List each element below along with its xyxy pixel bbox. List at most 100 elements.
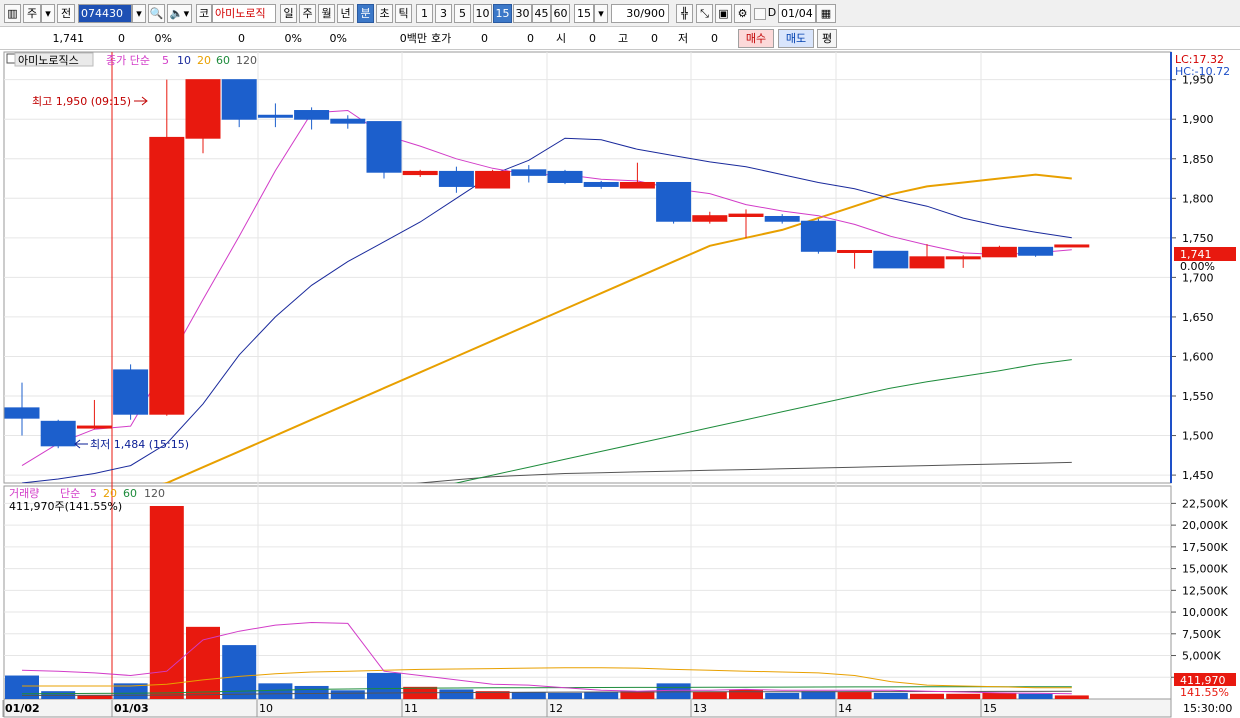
candle-body <box>800 220 836 252</box>
ma120-label: 120 <box>236 54 257 67</box>
period-minute[interactable]: 분 <box>357 4 374 23</box>
stock-code-input[interactable]: 074430 <box>78 4 132 23</box>
x-axis-label: 01/02 <box>5 702 40 715</box>
minute-45[interactable]: 45 <box>532 4 551 23</box>
price-tick-label: 1,800 <box>1182 192 1214 205</box>
minute-1[interactable]: 1 <box>416 4 433 23</box>
candle-body <box>113 369 149 415</box>
candle-body <box>438 170 474 187</box>
count-input[interactable]: 30/900 <box>611 4 669 23</box>
sell-button[interactable]: 매도 <box>778 29 814 48</box>
d-checkbox[interactable] <box>754 8 766 20</box>
candle-body <box>619 181 655 189</box>
candle-body <box>981 246 1017 258</box>
price-y-axis: 1,9501,9001,8501,8001,7501,7001,6501,600… <box>1171 74 1214 482</box>
price-tick-label: 1,700 <box>1182 271 1214 284</box>
period-year[interactable]: 년 <box>337 4 354 23</box>
stock-title: 아미노로직스 <box>18 54 79 67</box>
candle-body <box>1054 244 1090 248</box>
minute-5[interactable]: 5 <box>454 4 471 23</box>
minute-10[interactable]: 10 <box>473 4 492 23</box>
volume-bar <box>982 692 1017 699</box>
date-input[interactable]: 01/04 <box>778 4 816 23</box>
interval-input[interactable]: 15 <box>574 4 594 23</box>
market-dropdown-icon[interactable]: ▾ <box>41 4 55 23</box>
ko-button[interactable]: 코 <box>196 4 212 23</box>
volume-ma-label: 단순 <box>60 487 80 500</box>
price-tick-label: 1,850 <box>1182 153 1214 166</box>
x-axis-label: 12 <box>549 702 563 715</box>
period-week[interactable]: 주 <box>299 4 316 23</box>
volume-bar <box>729 689 763 699</box>
market-select[interactable]: 주 <box>23 4 41 23</box>
avg-button[interactable]: 평 <box>817 29 837 48</box>
company-name-field[interactable]: 아미노로직 <box>212 4 276 23</box>
price-tick-label: 1,900 <box>1182 113 1214 126</box>
candle-body <box>1018 246 1054 256</box>
candle-body <box>330 118 366 124</box>
high-value: 0 <box>651 32 658 45</box>
ma10-label: 10 <box>177 54 191 67</box>
gear-icon[interactable]: ⚙ <box>734 4 751 23</box>
volume-title: 거래량 <box>9 487 39 500</box>
volume-bar <box>258 683 293 699</box>
volume-bar <box>548 692 582 699</box>
calendar-icon[interactable]: ▦ <box>816 4 836 23</box>
x-axis-label: 01/03 <box>114 702 149 715</box>
ma20-label: 20 <box>197 54 211 67</box>
volume-ma20-label: 20 <box>103 487 117 500</box>
candle-body <box>4 407 40 419</box>
candle-body <box>945 256 981 260</box>
period-day[interactable]: 일 <box>280 4 297 23</box>
period-month[interactable]: 월 <box>318 4 335 23</box>
low-value: 0 <box>711 32 718 45</box>
stock-chart[interactable]: 1,9501,9001,8501,8001,7501,7001,6501,600… <box>0 50 1240 718</box>
hc-value: HC:-10.72 <box>1175 65 1230 78</box>
period-second[interactable]: 초 <box>376 4 393 23</box>
price-tick-label: 1,550 <box>1182 390 1214 403</box>
candle-icon[interactable]: ╬ <box>676 4 693 23</box>
buy-button[interactable]: 매수 <box>738 29 774 48</box>
interval-dropdown-icon[interactable]: ▾ <box>594 4 608 23</box>
quote-b: 0 <box>527 32 534 45</box>
candle-body <box>366 121 402 173</box>
sound-icon[interactable]: 🔈▾ <box>167 4 192 23</box>
quote-a: 0 <box>481 32 488 45</box>
volume-bar <box>330 690 365 699</box>
ma-label: 종가 단순 <box>106 54 150 67</box>
candle-body <box>656 181 692 222</box>
save-icon[interactable]: ▣ <box>715 4 732 23</box>
chart-type-icon[interactable]: ▥ <box>4 4 21 23</box>
minute-15[interactable]: 15 <box>493 4 512 23</box>
candle-body <box>764 215 800 222</box>
prev-button[interactable]: 전 <box>57 4 75 23</box>
search-icon[interactable]: 🔍 <box>148 4 165 23</box>
candle-body <box>221 79 257 120</box>
price-tick-label: 1,450 <box>1182 469 1214 482</box>
volume-bar <box>692 692 727 699</box>
price-tick-label: 1,500 <box>1182 430 1214 443</box>
volume-ma120-label: 120 <box>144 487 165 500</box>
current-price: 1,741 <box>52 32 85 45</box>
volume-bar <box>77 695 112 699</box>
volume-tick-label: 5,000K <box>1182 650 1221 663</box>
volume-tick-label: 10,000K <box>1182 606 1228 619</box>
volume-bar <box>765 692 800 699</box>
volume-bar <box>149 505 184 699</box>
minute-60[interactable]: 60 <box>551 4 570 23</box>
x-axis-time: 15:30:00 <box>1183 702 1232 715</box>
minute-30[interactable]: 30 <box>513 4 532 23</box>
candle-body <box>185 79 221 139</box>
crosshair-icon[interactable]: ⤡ <box>696 4 713 23</box>
candle-body <box>728 213 764 217</box>
ma5-label: 5 <box>162 54 169 67</box>
period-tick[interactable]: 틱 <box>395 4 412 23</box>
high-label: 고 <box>618 32 629 45</box>
high-note: 최고 1,950 (09:15) <box>32 95 131 108</box>
volume-bar <box>910 693 944 699</box>
minute-3[interactable]: 3 <box>435 4 452 23</box>
ma60-label: 60 <box>216 54 230 67</box>
x-axis-label: 14 <box>838 702 852 715</box>
d-label: D <box>767 6 777 19</box>
code-dropdown-icon[interactable]: ▾ <box>132 4 146 23</box>
